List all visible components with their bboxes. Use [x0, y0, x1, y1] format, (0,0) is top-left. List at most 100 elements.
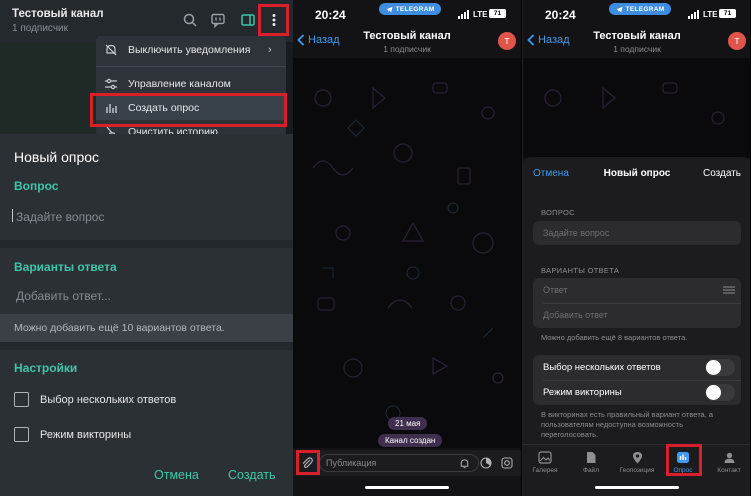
answer-input[interactable]: Ответ [543, 285, 568, 295]
settings-section-label: Настройки [14, 361, 78, 375]
channel-avatar[interactable]: Т [728, 32, 746, 50]
answers-section-label: ВАРИАНТЫ ОТВЕТА [541, 266, 620, 275]
answers-section-label: Варианты ответа [14, 260, 117, 274]
text-cursor [12, 209, 13, 222]
answers-divider [543, 303, 741, 304]
channel-avatar[interactable]: Т [498, 32, 516, 50]
channel-title[interactable]: Тестовый канал [293, 30, 521, 42]
quiz-mode-toggle[interactable] [705, 384, 735, 401]
menu-item-label: Управление каналом [128, 78, 231, 90]
attachment-tab-bar: Галерея Файл Геопозиция Опрос Контакт [523, 444, 750, 478]
camera-icon[interactable] [501, 457, 513, 469]
tab-label: Галерея [532, 467, 558, 474]
settings-divider [543, 380, 741, 381]
tab-file[interactable]: Файл [569, 451, 613, 474]
menu-divider [96, 66, 286, 67]
channel-subtitle: 1 подписчик [383, 44, 431, 54]
question-input[interactable]: Задайте вопрос [543, 228, 609, 238]
ios-poll-panel: 20:24 TELEGRAM LTE 71 Назад Тестовый кан… [522, 0, 750, 496]
doodle-pattern [312, 82, 504, 421]
location-icon [632, 452, 642, 464]
chevron-right-icon: › [268, 44, 272, 56]
telegram-status-pill: TELEGRAM [609, 3, 671, 15]
reorder-handle-icon[interactable] [723, 286, 735, 294]
add-answer-input[interactable]: Добавить ответ... [16, 289, 111, 303]
contact-icon [724, 452, 734, 463]
telegram-pill-label: TELEGRAM [625, 5, 665, 13]
channel-title: Тестовый канал [12, 8, 104, 20]
channel-title[interactable]: Тестовый канал [523, 30, 750, 42]
telegram-icon [386, 6, 393, 12]
dialog-title: Новый опрос [14, 149, 100, 165]
multiple-answers-label: Выбор нескольких ответов [40, 394, 177, 406]
network-type: LTE [703, 10, 718, 19]
cancel-button[interactable]: Отмена [154, 468, 199, 482]
desktop-panel: Тестовый канал 1 подписчик Выключить уве… [0, 0, 293, 496]
highlight-more-button [258, 4, 289, 36]
answers-hint: Можно добавить ещё 8 вариантов ответа. [541, 333, 688, 342]
menu-item-label: Выключить уведомления [128, 44, 251, 56]
tab-contact[interactable]: Контакт [707, 451, 750, 474]
answers-box: Ответ Добавить ответ [533, 278, 741, 328]
add-answer-button[interactable]: Добавить ответ [543, 310, 608, 320]
menu-item-mute[interactable]: Выключить уведомления › [96, 38, 286, 62]
chat-wallpaper [523, 58, 750, 158]
battery-indicator: 71 [489, 9, 506, 18]
settings-box: Выбор нескольких ответов Режим викторины [533, 355, 741, 405]
create-button[interactable]: Создать [703, 168, 741, 179]
quiz-mode-label: Режим викторины [543, 387, 622, 398]
tab-location[interactable]: Геопозиция [615, 451, 659, 474]
telegram-status-pill: TELEGRAM [379, 3, 441, 15]
cancel-button[interactable]: Отмена [533, 168, 569, 179]
highlight-create-poll [90, 93, 287, 127]
question-section-label: ВОПРОС [541, 208, 575, 217]
post-input[interactable]: Публикация [319, 454, 479, 472]
new-poll-dialog: Новый опрос Вопрос Задайте вопрос Вариан… [0, 134, 293, 496]
signal-bars-icon [458, 10, 469, 19]
create-button[interactable]: Создать [228, 468, 276, 482]
home-indicator [595, 486, 679, 489]
file-icon [587, 452, 596, 463]
tab-label: Контакт [717, 467, 741, 474]
search-icon[interactable] [182, 12, 198, 28]
schedule-icon[interactable] [480, 457, 492, 469]
status-time: 20:24 [545, 8, 576, 22]
channel-subtitle: 1 подписчик [613, 44, 661, 54]
tab-label: Файл [583, 467, 599, 474]
signal-bars-icon [688, 10, 699, 19]
message-input-bar: Публикация [293, 450, 521, 476]
sidebar-toggle-icon[interactable] [240, 12, 256, 28]
bell-icon[interactable] [459, 458, 470, 469]
section-divider [0, 342, 293, 350]
quiz-mode-checkbox[interactable] [14, 427, 29, 442]
highlight-attach-button [296, 450, 320, 475]
question-box: Задайте вопрос [533, 221, 741, 245]
chat-wallpaper [293, 58, 521, 448]
channel-subtitle: 1 подписчик [12, 23, 68, 34]
service-message: Канал создан [378, 434, 443, 447]
question-input[interactable]: Задайте вопрос [16, 210, 104, 224]
gallery-icon [538, 451, 552, 464]
multiple-answers-label: Выбор нескольких ответов [543, 362, 661, 373]
question-section-label: Вопрос [14, 179, 59, 193]
home-indicator [365, 486, 449, 489]
tab-gallery[interactable]: Галерея [523, 451, 567, 474]
bell-off-icon [105, 44, 117, 56]
telegram-icon [616, 6, 623, 12]
date-separator: 21 мая [388, 417, 428, 430]
doodle-pattern [544, 82, 725, 125]
tutorial-screenshot: Тестовый канал 1 подписчик Выключить уве… [0, 0, 751, 496]
comments-icon[interactable] [210, 12, 226, 28]
answers-hint: Можно добавить ещё 10 вариантов ответа. [0, 314, 293, 342]
quiz-note: В викторинах есть правильный вариант отв… [541, 410, 714, 439]
section-divider [0, 240, 293, 248]
sliders-icon [105, 78, 117, 90]
tab-label: Геопозиция [619, 467, 655, 474]
network-type: LTE [473, 10, 488, 19]
ios-chat-panel: 20:24 TELEGRAM LTE 71 Назад Тестовый кан… [293, 0, 521, 496]
status-time: 20:24 [315, 8, 346, 22]
highlight-poll-tab [666, 444, 702, 476]
multiple-answers-checkbox[interactable] [14, 392, 29, 407]
quiz-mode-label: Режим викторины [40, 429, 132, 441]
multiple-answers-toggle[interactable] [705, 359, 735, 376]
